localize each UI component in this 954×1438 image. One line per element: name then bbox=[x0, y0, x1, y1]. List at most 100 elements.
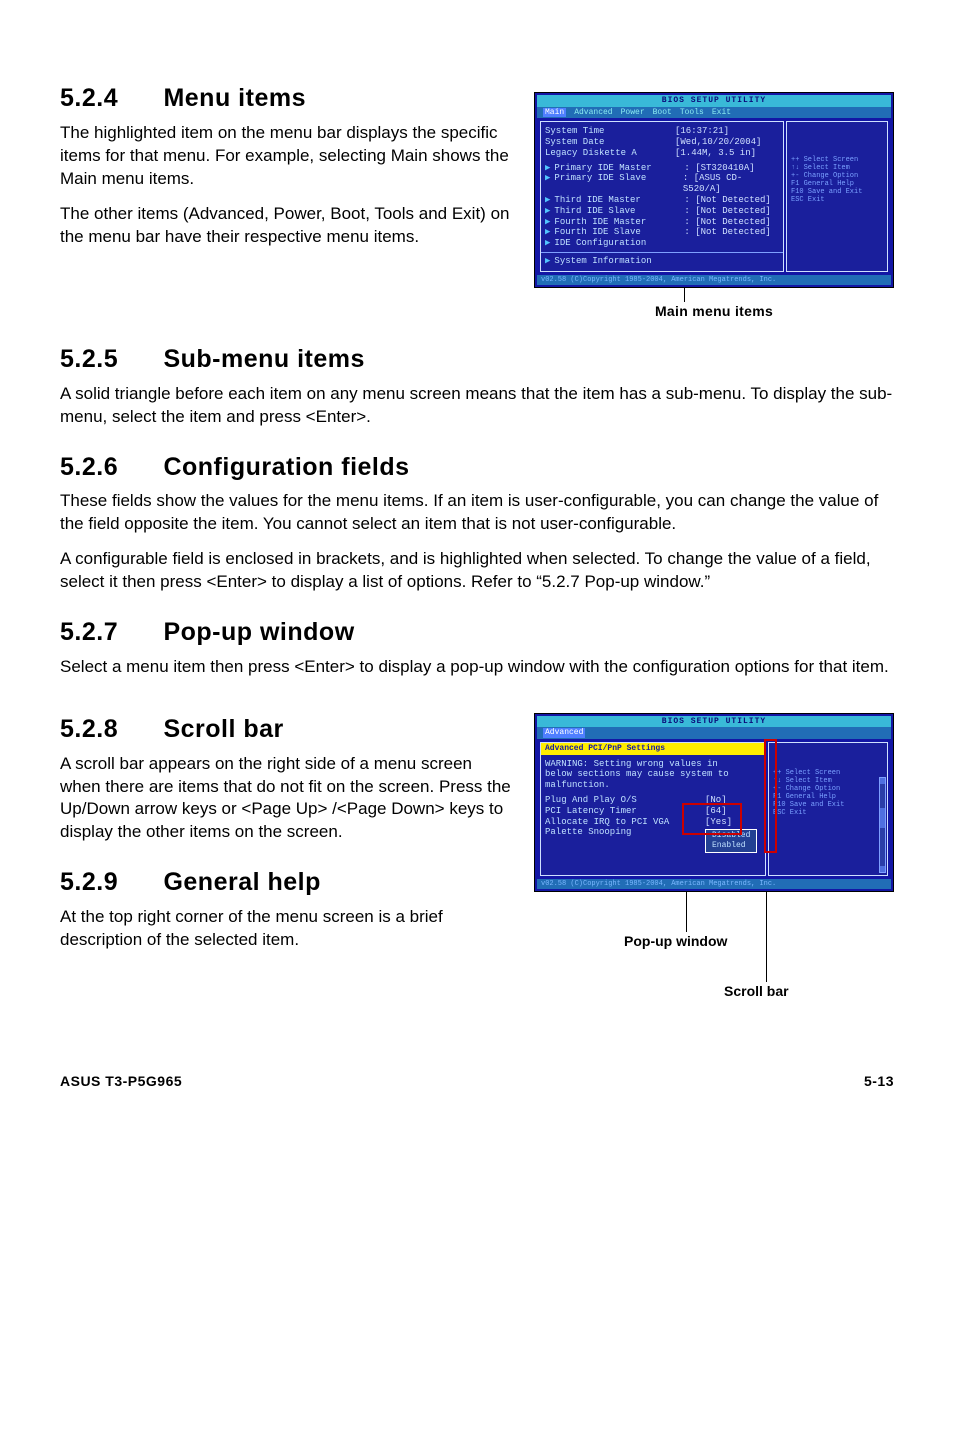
bios-tabs: Advanced bbox=[537, 727, 891, 739]
bios-key: System Time bbox=[545, 126, 675, 137]
bios-copyright: v02.58 (C)Copyright 1985-2004, American … bbox=[537, 275, 891, 285]
help-line: F10 Save and Exit bbox=[791, 188, 883, 196]
help-line: ++ Select Screen bbox=[773, 769, 883, 777]
warning-text: below sections may cause system to bbox=[545, 769, 761, 780]
help-line: +- Change Option bbox=[791, 172, 883, 180]
para: A solid triangle before each item on any… bbox=[60, 383, 894, 429]
caption-scroll-bar: Scroll bar bbox=[724, 982, 789, 1001]
bios-key: System Date bbox=[545, 137, 675, 148]
help-line: F1 General Help bbox=[773, 793, 883, 801]
para: A scroll bar appears on the right side o… bbox=[60, 753, 516, 845]
bios-tab: Boot bbox=[653, 108, 672, 118]
bios-tab-selected: Advanced bbox=[543, 728, 585, 738]
warning-text: malfunction. bbox=[545, 780, 761, 791]
heading-num: 5.2.7 bbox=[60, 616, 156, 650]
popup-option: Enabled bbox=[712, 841, 750, 851]
heading-527: 5.2.7 Pop-up window bbox=[60, 616, 894, 650]
help-line: ↑↓ Select Item bbox=[773, 777, 883, 785]
help-line: F1 General Help bbox=[791, 180, 883, 188]
help-line: F10 Save and Exit bbox=[773, 801, 883, 809]
heading-num: 5.2.4 bbox=[60, 82, 156, 116]
para: These fields show the values for the men… bbox=[60, 490, 894, 536]
heading-num: 5.2.6 bbox=[60, 451, 156, 485]
bios-val: : [Not Detected] bbox=[684, 206, 770, 217]
leader-line bbox=[766, 892, 767, 982]
bios-key: Primary IDE Master bbox=[554, 163, 684, 174]
triangle-icon: ▶ bbox=[545, 195, 550, 206]
para: The other items (Advanced, Power, Boot, … bbox=[60, 203, 516, 249]
bios-tab: Exit bbox=[712, 108, 731, 118]
triangle-icon: ▶ bbox=[545, 217, 550, 228]
help-line: +- Change Option bbox=[773, 785, 883, 793]
bios-key: Third IDE Slave bbox=[554, 206, 684, 217]
heading-525: 5.2.5 Sub-menu items bbox=[60, 343, 894, 377]
triangle-icon: ▶ bbox=[545, 256, 550, 267]
bios-val: : [ASUS CD-S520/A] bbox=[683, 173, 779, 195]
triangle-icon: ▶ bbox=[545, 227, 550, 238]
scrollbar bbox=[879, 777, 886, 873]
bios-val: : [Not Detected] bbox=[684, 217, 770, 228]
heading-text: Scroll bar bbox=[163, 715, 283, 743]
bios-key: PCI Latency Timer bbox=[545, 806, 705, 817]
heading-text: Configuration fields bbox=[163, 453, 409, 481]
bios-tab: Power bbox=[621, 108, 645, 118]
warning-text: WARNING: Setting wrong values in bbox=[545, 759, 761, 770]
heading-529: 5.2.9 General help bbox=[60, 866, 516, 900]
caption-popup-window: Pop-up window bbox=[624, 932, 727, 951]
bios-val: [1.44M, 3.5 in] bbox=[675, 148, 756, 159]
leader-line bbox=[684, 288, 685, 302]
bios-key: Palette Snooping bbox=[545, 827, 705, 852]
para: At the top right corner of the menu scre… bbox=[60, 906, 516, 952]
bios-key: Primary IDE Slave bbox=[554, 173, 682, 195]
bios-val: : [Not Detected] bbox=[684, 227, 770, 238]
bios-main-panel: System Time[16:37:21] System Date[Wed,10… bbox=[540, 121, 784, 272]
bios-tab: Main bbox=[543, 108, 566, 118]
heading-526: 5.2.6 Configuration fields bbox=[60, 451, 894, 485]
bios-key: Fourth IDE Master bbox=[554, 217, 684, 228]
leader-line bbox=[686, 892, 687, 932]
bios-key: Third IDE Master bbox=[554, 195, 684, 206]
bios-help-panel: ++ Select Screen ↑↓ Select Item +- Chang… bbox=[768, 742, 888, 876]
triangle-icon: ▶ bbox=[545, 173, 550, 195]
panel-title: Advanced PCI/PnP Settings bbox=[541, 743, 765, 755]
para: Select a menu item then press <Enter> to… bbox=[60, 656, 894, 679]
bios-val: [16:37:21] bbox=[675, 126, 729, 137]
bios-key: Allocate IRQ to PCI VGA bbox=[545, 817, 705, 828]
bios-title: BIOS SETUP UTILITY bbox=[537, 95, 891, 107]
triangle-icon: ▶ bbox=[545, 206, 550, 217]
help-line: ESC Exit bbox=[791, 196, 883, 204]
heading-text: General help bbox=[163, 868, 320, 896]
page-footer: ASUS T3-P5G965 5-13 bbox=[60, 1072, 894, 1091]
triangle-icon: ▶ bbox=[545, 163, 550, 174]
heading-num: 5.2.5 bbox=[60, 343, 156, 377]
para: The highlighted item on the menu bar dis… bbox=[60, 122, 516, 191]
para: A configurable field is enclosed in brac… bbox=[60, 548, 894, 594]
footer-page-number: 5-13 bbox=[864, 1072, 894, 1091]
bios-tab: Tools bbox=[680, 108, 704, 118]
bios-main-screenshot: BIOS SETUP UTILITY Main Advanced Power B… bbox=[534, 92, 894, 288]
help-line: ↑↓ Select Item bbox=[791, 164, 883, 172]
bios-key: Legacy Diskette A bbox=[545, 148, 675, 159]
help-line: ++ Select Screen bbox=[791, 156, 883, 164]
bios-val: [Wed,10/20/2004] bbox=[675, 137, 761, 148]
bios-tab: Advanced bbox=[574, 108, 612, 118]
heading-524: 5.2.4 Menu items bbox=[60, 82, 516, 116]
bios-val: : [ST320410A] bbox=[684, 163, 754, 174]
bios-tabs: Main Advanced Power Boot Tools Exit bbox=[537, 107, 891, 119]
heading-num: 5.2.9 bbox=[60, 866, 156, 900]
highlight-scrollbar-rect bbox=[764, 739, 777, 853]
bios-copyright: v02.58 (C)Copyright 1985-2004, American … bbox=[537, 879, 891, 889]
heading-text: Pop-up window bbox=[163, 618, 354, 646]
bios-key: IDE Configuration bbox=[554, 238, 684, 249]
heading-text: Sub-menu items bbox=[163, 345, 364, 373]
bios-title: BIOS SETUP UTILITY bbox=[537, 716, 891, 728]
bios-key: Fourth IDE Slave bbox=[554, 227, 684, 238]
triangle-icon: ▶ bbox=[545, 238, 550, 249]
bios-val: : [Not Detected] bbox=[684, 195, 770, 206]
footer-product: ASUS T3-P5G965 bbox=[60, 1072, 182, 1091]
help-line: ESC Exit bbox=[773, 809, 883, 817]
heading-num: 5.2.8 bbox=[60, 713, 156, 747]
bios-key: Plug And Play O/S bbox=[545, 795, 705, 806]
bios-key: System Information bbox=[554, 256, 684, 267]
heading-text: Menu items bbox=[163, 84, 306, 112]
